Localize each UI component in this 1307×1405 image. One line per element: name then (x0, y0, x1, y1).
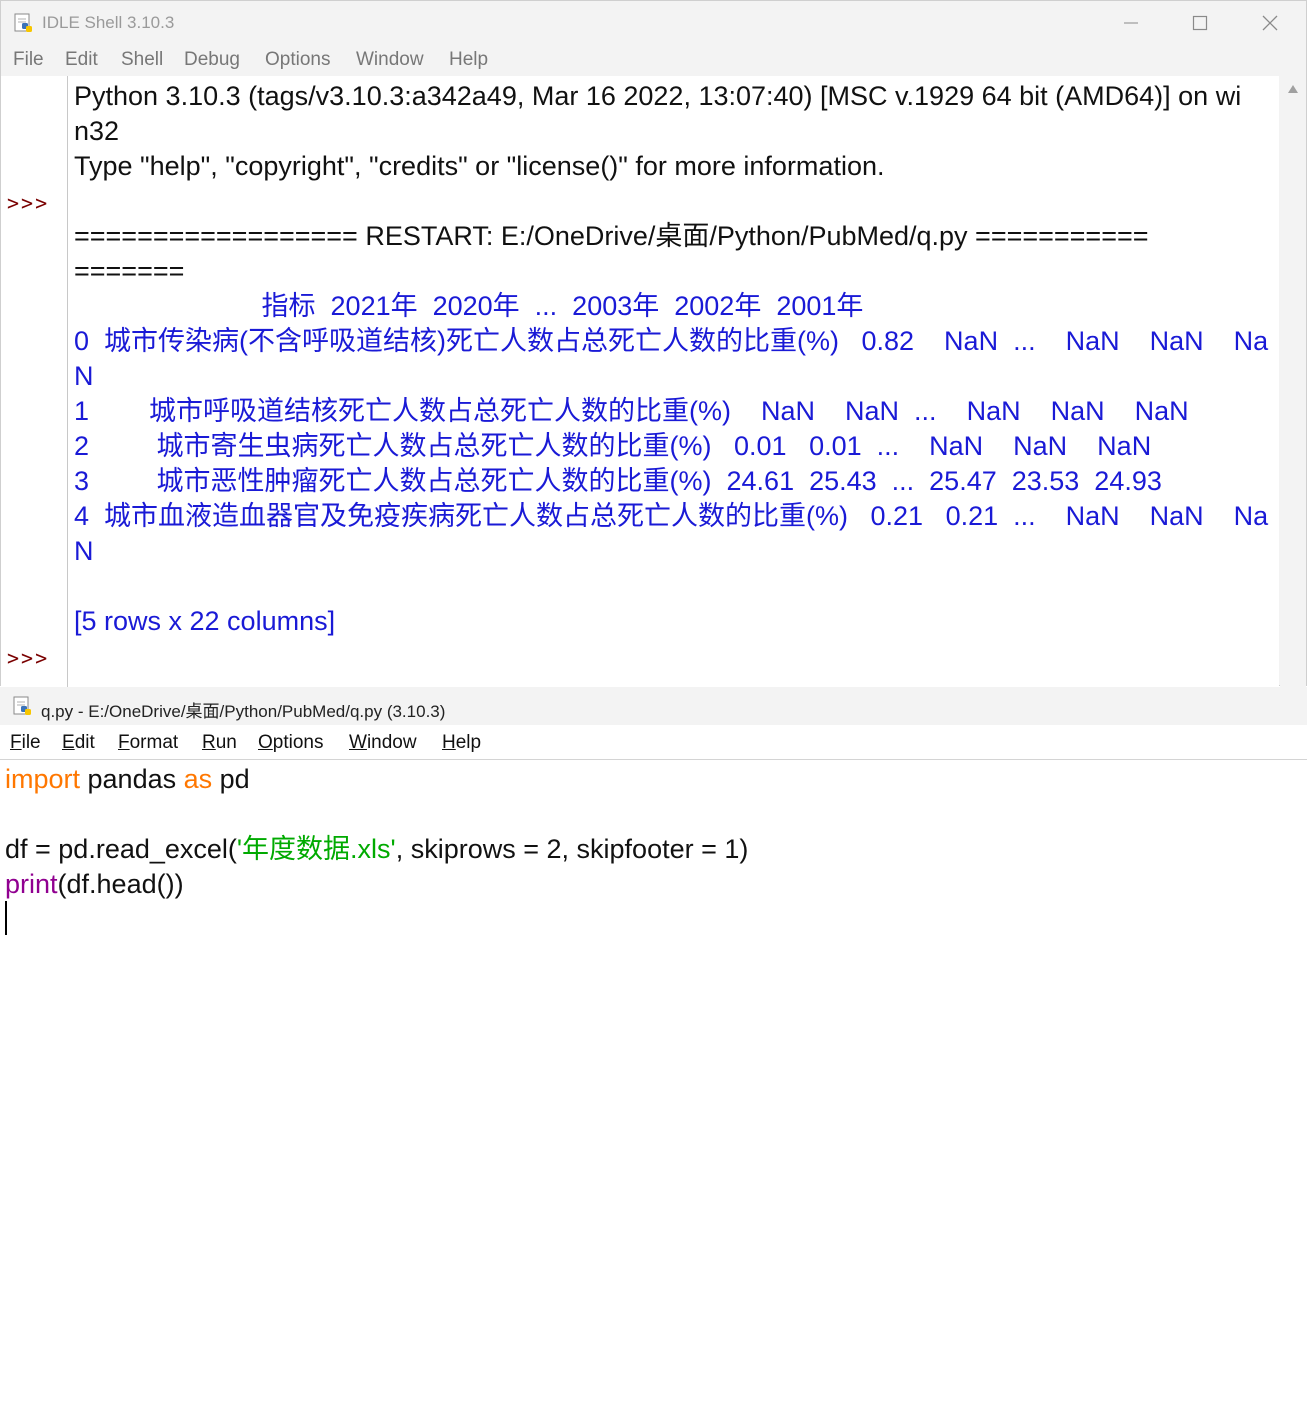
shell-menubar: File Edit Shell Debug Options Window Hel… (1, 45, 1306, 75)
code-text: pd (212, 764, 250, 794)
code-line: df = pd.read_excel('年度数据.xls', skiprows … (5, 832, 748, 867)
output-row: 1 城市呼吸道结核死亡人数占总死亡人数的比重(%) NaN NaN ... Na… (74, 396, 1189, 426)
shell-prompt: >>> (7, 646, 50, 670)
shell-prompt-gutter: >>> >>> (1, 76, 68, 687)
shell-output-area[interactable]: Python 3.10.3 (tags/v3.10.3:a342a49, Mar… (68, 76, 1279, 687)
code-text: pandas (80, 764, 184, 794)
menu-help[interactable]: Help (442, 732, 481, 754)
python-idle-icon (13, 696, 31, 715)
banner-line: Python 3.10.3 (tags/v3.10.3:a342a49, Mar… (74, 81, 1242, 111)
shell-scrollbar[interactable] (1280, 76, 1306, 687)
editor-menubar: File Edit Format Run Options Window Help (0, 725, 1307, 760)
menu-options[interactable]: Options (265, 49, 330, 71)
shell-titlebar[interactable]: IDLE Shell 3.10.3 (1, 1, 1306, 45)
menu-format[interactable]: Format (118, 732, 178, 754)
menu-file[interactable]: File (13, 49, 44, 71)
editor-window: q.py - E:/OneDrive/桌面/Python/PubMed/q.py… (0, 687, 1307, 1405)
output-row: 3 城市恶性肿瘤死亡人数占总死亡人数的比重(%) 24.61 25.43 ...… (74, 466, 1162, 496)
output-row: 0 城市传染病(不含呼吸道结核)死亡人数占总死亡人数的比重(%) 0.82 Na… (74, 326, 1269, 356)
window-title: q.py - E:/OneDrive/桌面/Python/PubMed/q.py… (41, 702, 446, 721)
string-literal: '年度数据.xls' (236, 834, 396, 864)
maximize-button[interactable] (1165, 1, 1235, 45)
code-text: , skiprows = 2, skipfooter = 1) (395, 834, 749, 864)
code-line: print(df.head()) (5, 867, 184, 902)
shell-prompt: >>> (7, 191, 50, 215)
text-cursor (5, 901, 7, 935)
banner-line: Type "help", "copyright", "credits" or "… (74, 151, 885, 181)
code-line: import pandas as pd (5, 762, 250, 797)
menu-window[interactable]: Window (349, 732, 417, 754)
minimize-icon (1124, 22, 1138, 24)
restart-line: ================== RESTART: E:/OneDrive/… (74, 221, 1149, 251)
menu-window[interactable]: Window (356, 49, 424, 71)
output-row: 2 城市寄生虫病死亡人数占总死亡人数的比重(%) 0.01 0.01 ... N… (74, 431, 1152, 461)
output-row: 4 城市血液造血器官及免疫疾病死亡人数占总死亡人数的比重(%) 0.21 0.2… (74, 501, 1269, 531)
restart-line: ======= (74, 256, 185, 286)
menu-run[interactable]: Run (202, 732, 237, 754)
menu-file[interactable]: File (10, 732, 41, 754)
menu-options[interactable]: Options (258, 732, 323, 754)
output-row: N (74, 361, 94, 391)
output-row: N (74, 536, 94, 566)
minimize-button[interactable] (1096, 1, 1166, 45)
keyword-import: import (5, 764, 81, 794)
keyword-as: as (183, 764, 213, 794)
banner-line: n32 (74, 116, 120, 146)
python-idle-icon (14, 13, 32, 32)
window-title: IDLE Shell 3.10.3 (42, 13, 175, 32)
scroll-up-arrow-icon[interactable] (1287, 84, 1299, 94)
maximize-icon (1192, 15, 1208, 31)
code-text: (df.head()) (57, 869, 184, 899)
close-button[interactable] (1235, 1, 1305, 45)
builtin-print: print (5, 869, 58, 899)
close-icon (1262, 15, 1278, 31)
output-header-row: 指标 2021年 2020年 ... 2003年 2002年 2001年 (74, 291, 864, 321)
editor-titlebar[interactable]: q.py - E:/OneDrive/桌面/Python/PubMed/q.py… (0, 687, 1307, 725)
menu-shell[interactable]: Shell (121, 49, 163, 71)
output-summary: [5 rows x 22 columns] (74, 606, 336, 636)
shell-window: IDLE Shell 3.10.3 File Edit Shell Debug … (0, 0, 1307, 687)
code-editor-area[interactable]: import pandas as pd df = pd.read_excel('… (0, 761, 1307, 1405)
menu-edit[interactable]: Edit (62, 732, 95, 754)
menu-help[interactable]: Help (449, 49, 488, 71)
menu-edit[interactable]: Edit (65, 49, 98, 71)
code-text: df = pd.read_excel( (5, 834, 237, 864)
menu-debug[interactable]: Debug (184, 49, 240, 71)
